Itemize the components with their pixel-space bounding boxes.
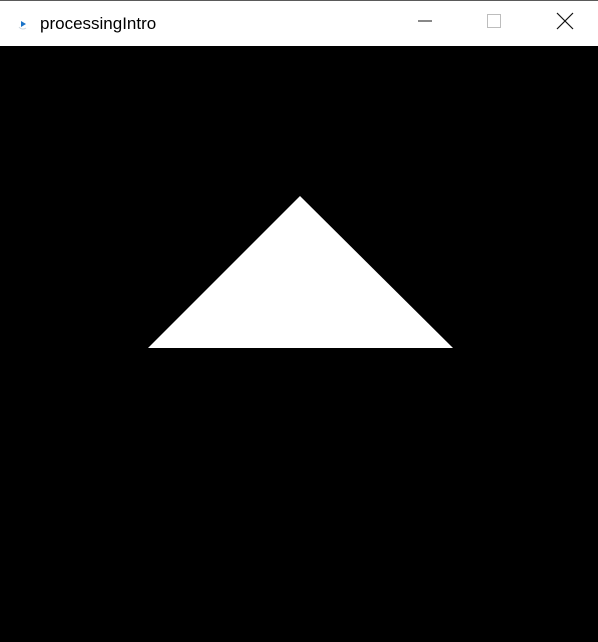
sketch-canvas[interactable] <box>0 46 598 642</box>
sketch-drawing <box>0 46 598 642</box>
window-title: processingIntro <box>40 14 157 33</box>
app-window: processingIntro <box>0 0 598 642</box>
close-button[interactable] <box>542 1 588 46</box>
maximize-button[interactable] <box>471 1 517 46</box>
processing-app-icon <box>17 17 29 30</box>
minimize-button[interactable] <box>402 1 448 46</box>
title-bar[interactable]: processingIntro <box>0 1 598 46</box>
close-icon <box>556 12 574 35</box>
minimize-icon <box>417 13 433 34</box>
maximize-icon <box>486 13 502 34</box>
